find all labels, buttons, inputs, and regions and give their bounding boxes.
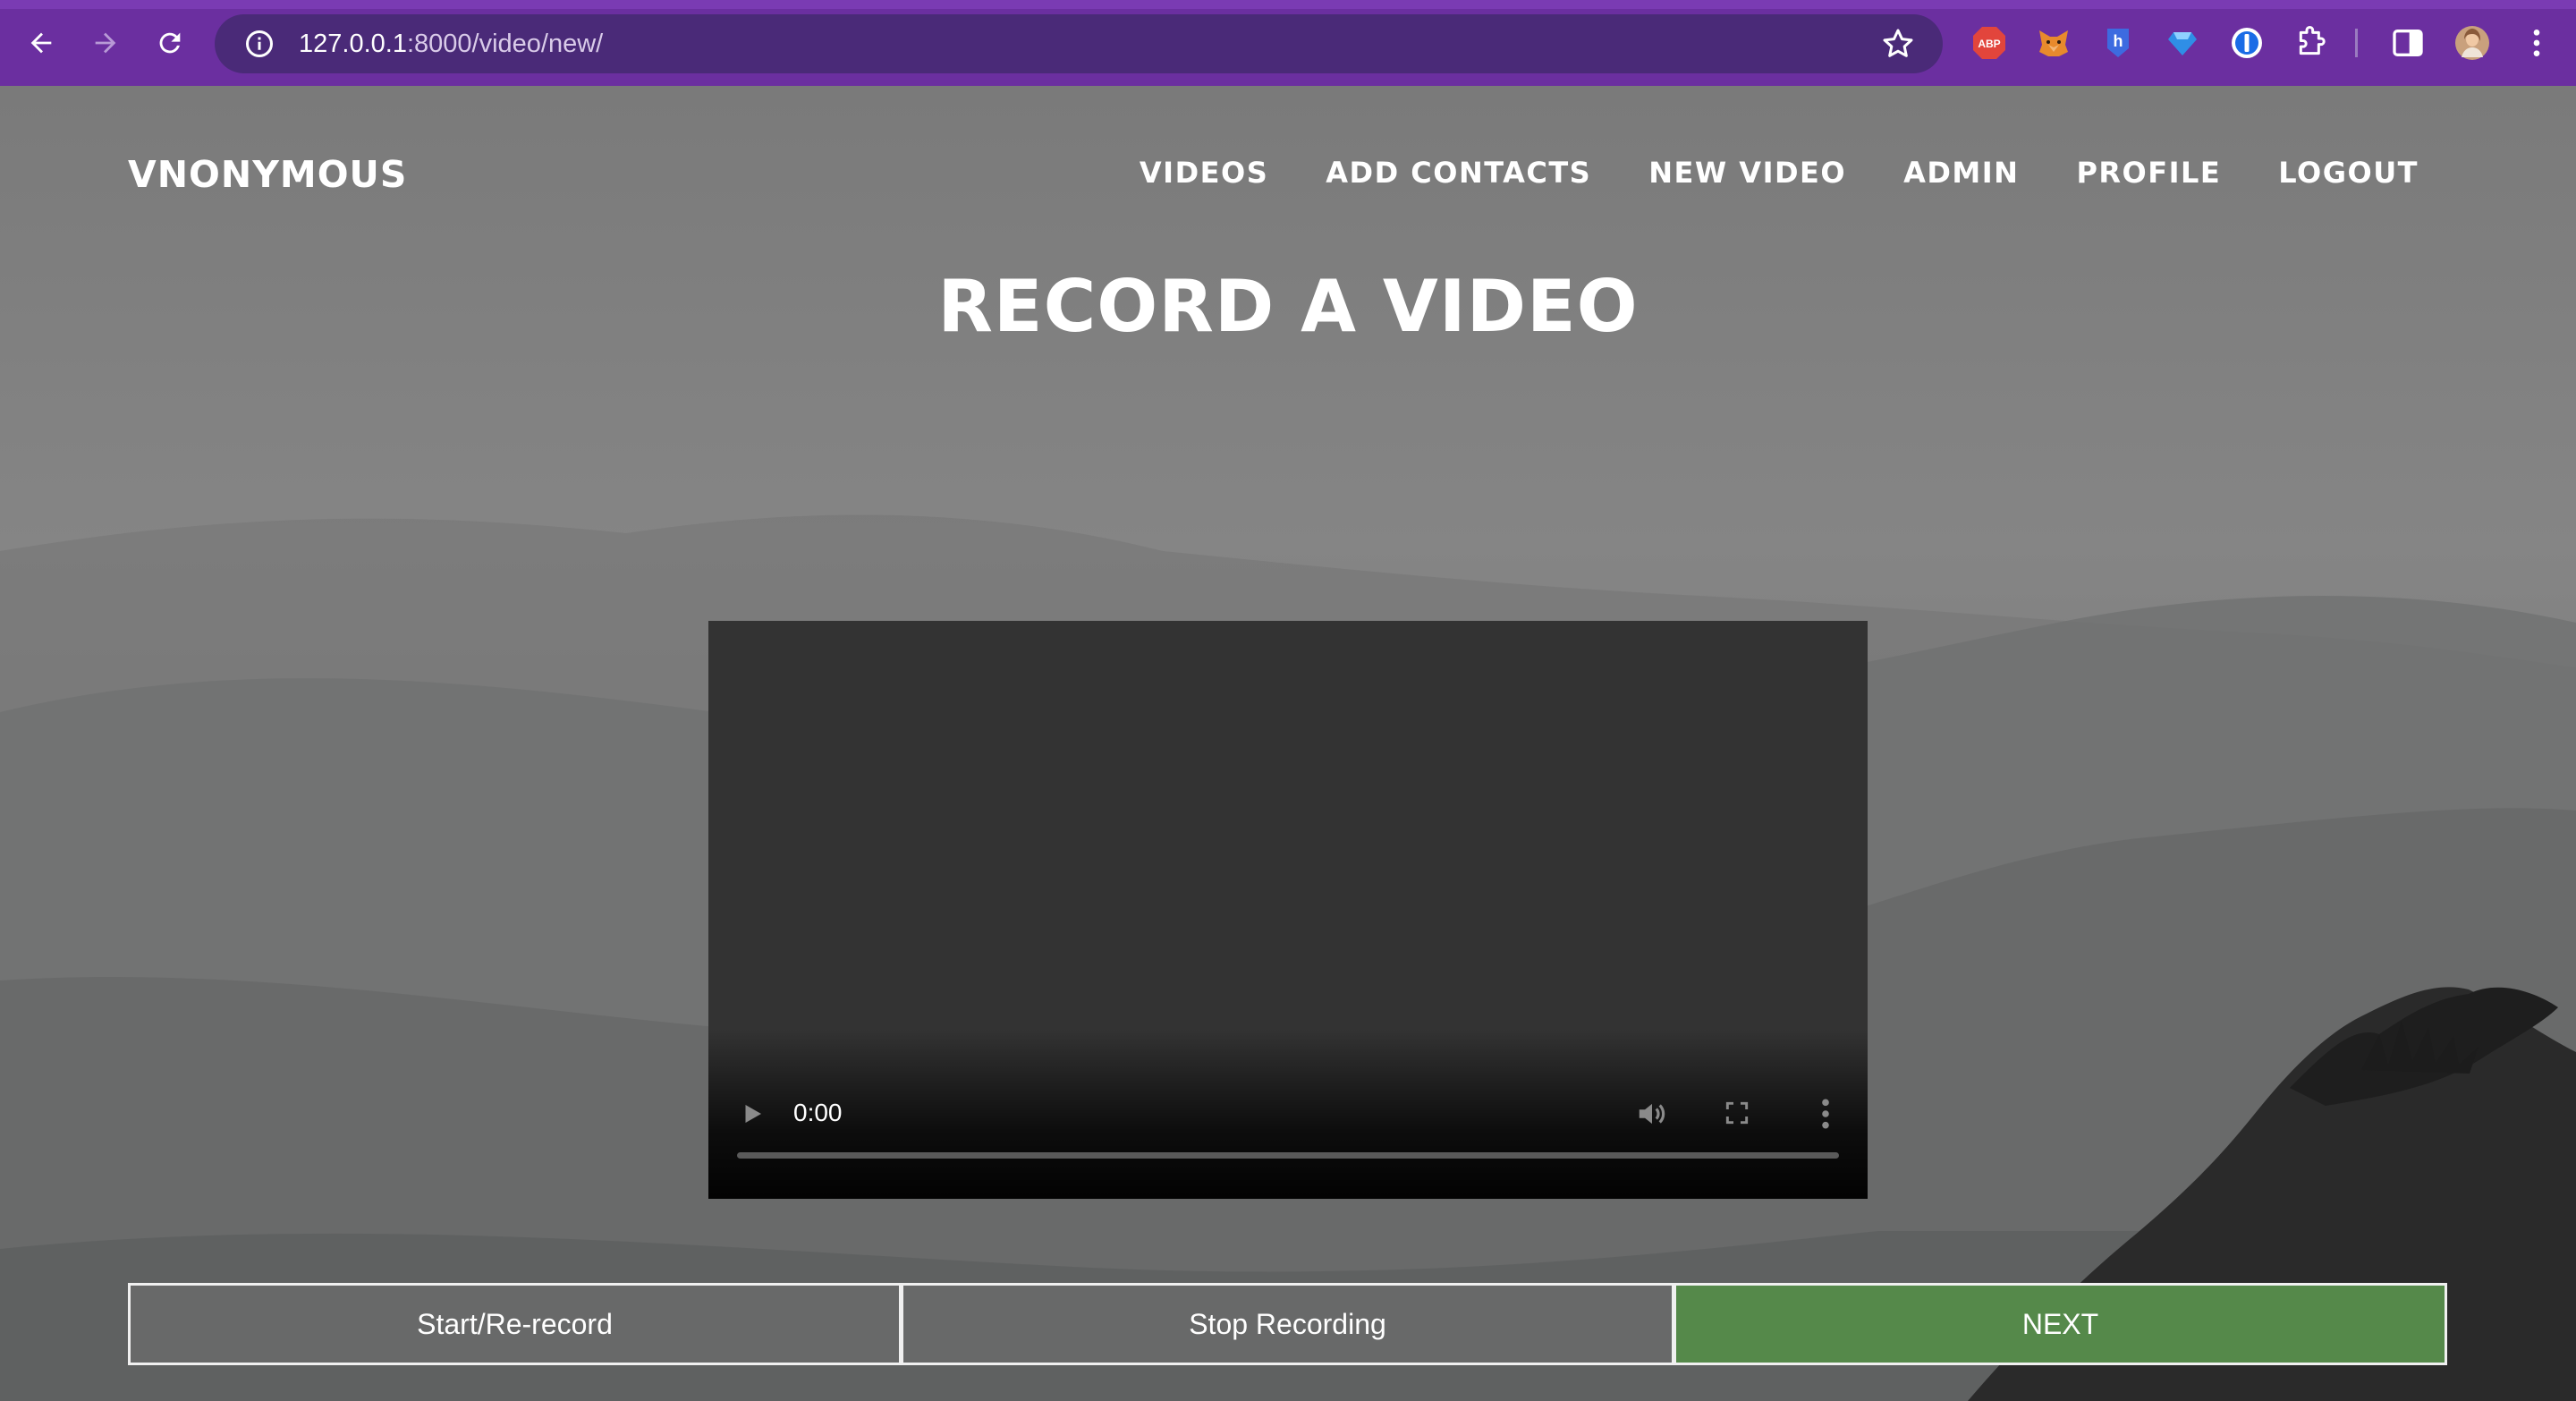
metamask-fox-icon[interactable]	[2034, 23, 2073, 63]
forward-button[interactable]	[80, 18, 131, 68]
extensions-puzzle-icon[interactable]	[2292, 23, 2331, 63]
nav-admin-link[interactable]: ADMIN	[1903, 156, 2019, 190]
bookmark-star-icon[interactable]	[1880, 26, 1916, 62]
fullscreen-icon[interactable]	[1723, 1099, 1751, 1127]
url-path: :8000/video/new/	[406, 29, 604, 58]
side-panel-icon[interactable]	[2388, 23, 2428, 63]
site-info-icon[interactable]	[242, 26, 277, 62]
main-nav: VIDEOS ADD CONTACTS NEW VIDEO ADMIN PROF…	[1140, 156, 2419, 190]
play-icon[interactable]	[739, 1100, 766, 1127]
honey-icon[interactable]: h	[2098, 23, 2138, 63]
forward-icon	[95, 32, 116, 54]
svg-text:h: h	[2114, 32, 2123, 50]
url-host: 127.0.0.1	[299, 29, 407, 58]
start-rerecord-button[interactable]: Start/Re-record	[128, 1283, 902, 1365]
profile-avatar-icon[interactable]	[2453, 23, 2492, 63]
volume-icon[interactable]	[1635, 1097, 1669, 1131]
browser-tab-strip	[0, 0, 2576, 9]
video-progress-bar[interactable]	[737, 1152, 1839, 1159]
site-header: VNONYMOUS VIDEOS ADD CONTACTS NEW VIDEO …	[0, 86, 2576, 265]
page-viewport: VNONYMOUS VIDEOS ADD CONTACTS NEW VIDEO …	[0, 86, 2576, 1401]
back-icon	[30, 32, 52, 54]
nav-new-video-link[interactable]: NEW VIDEO	[1648, 156, 1846, 190]
chrome-menu-icon[interactable]	[2517, 23, 2556, 63]
stop-recording-button[interactable]: Stop Recording	[901, 1283, 1674, 1365]
browser-toolbar: 127.0.0.1:8000/video/new/ ABP h	[0, 0, 2576, 86]
reload-button[interactable]	[145, 18, 195, 68]
address-bar[interactable]: 127.0.0.1:8000/video/new/	[215, 14, 1943, 73]
nav-add-contacts-link[interactable]: ADD CONTACTS	[1326, 156, 1591, 190]
toolbar-divider	[2354, 23, 2358, 63]
reload-icon	[159, 32, 181, 54]
gem-extension-icon[interactable]	[2163, 23, 2202, 63]
onepassword-icon[interactable]	[2227, 23, 2267, 63]
nav-logout-link[interactable]: LOGOUT	[2278, 156, 2419, 190]
back-button[interactable]	[16, 18, 66, 68]
url-text: 127.0.0.1:8000/video/new/	[299, 30, 603, 59]
video-controls-gradient	[708, 1029, 1868, 1199]
video-player[interactable]: 0:00	[708, 621, 1868, 1199]
page-title: RECORD A VIDEO	[937, 265, 1639, 348]
adblock-label: ABP	[1978, 38, 2000, 50]
recording-actions: Start/Re-record Stop Recording NEXT	[128, 1283, 2447, 1365]
next-button[interactable]: NEXT	[1674, 1283, 2447, 1365]
site-logo[interactable]: VNONYMOUS	[128, 153, 407, 196]
nav-videos-link[interactable]: VIDEOS	[1140, 156, 1268, 190]
video-current-time: 0:00	[793, 1099, 843, 1126]
more-options-icon[interactable]	[1819, 1097, 1832, 1131]
adblock-plus-icon[interactable]: ABP	[1970, 23, 2009, 63]
nav-profile-link[interactable]: PROFILE	[2076, 156, 2221, 190]
